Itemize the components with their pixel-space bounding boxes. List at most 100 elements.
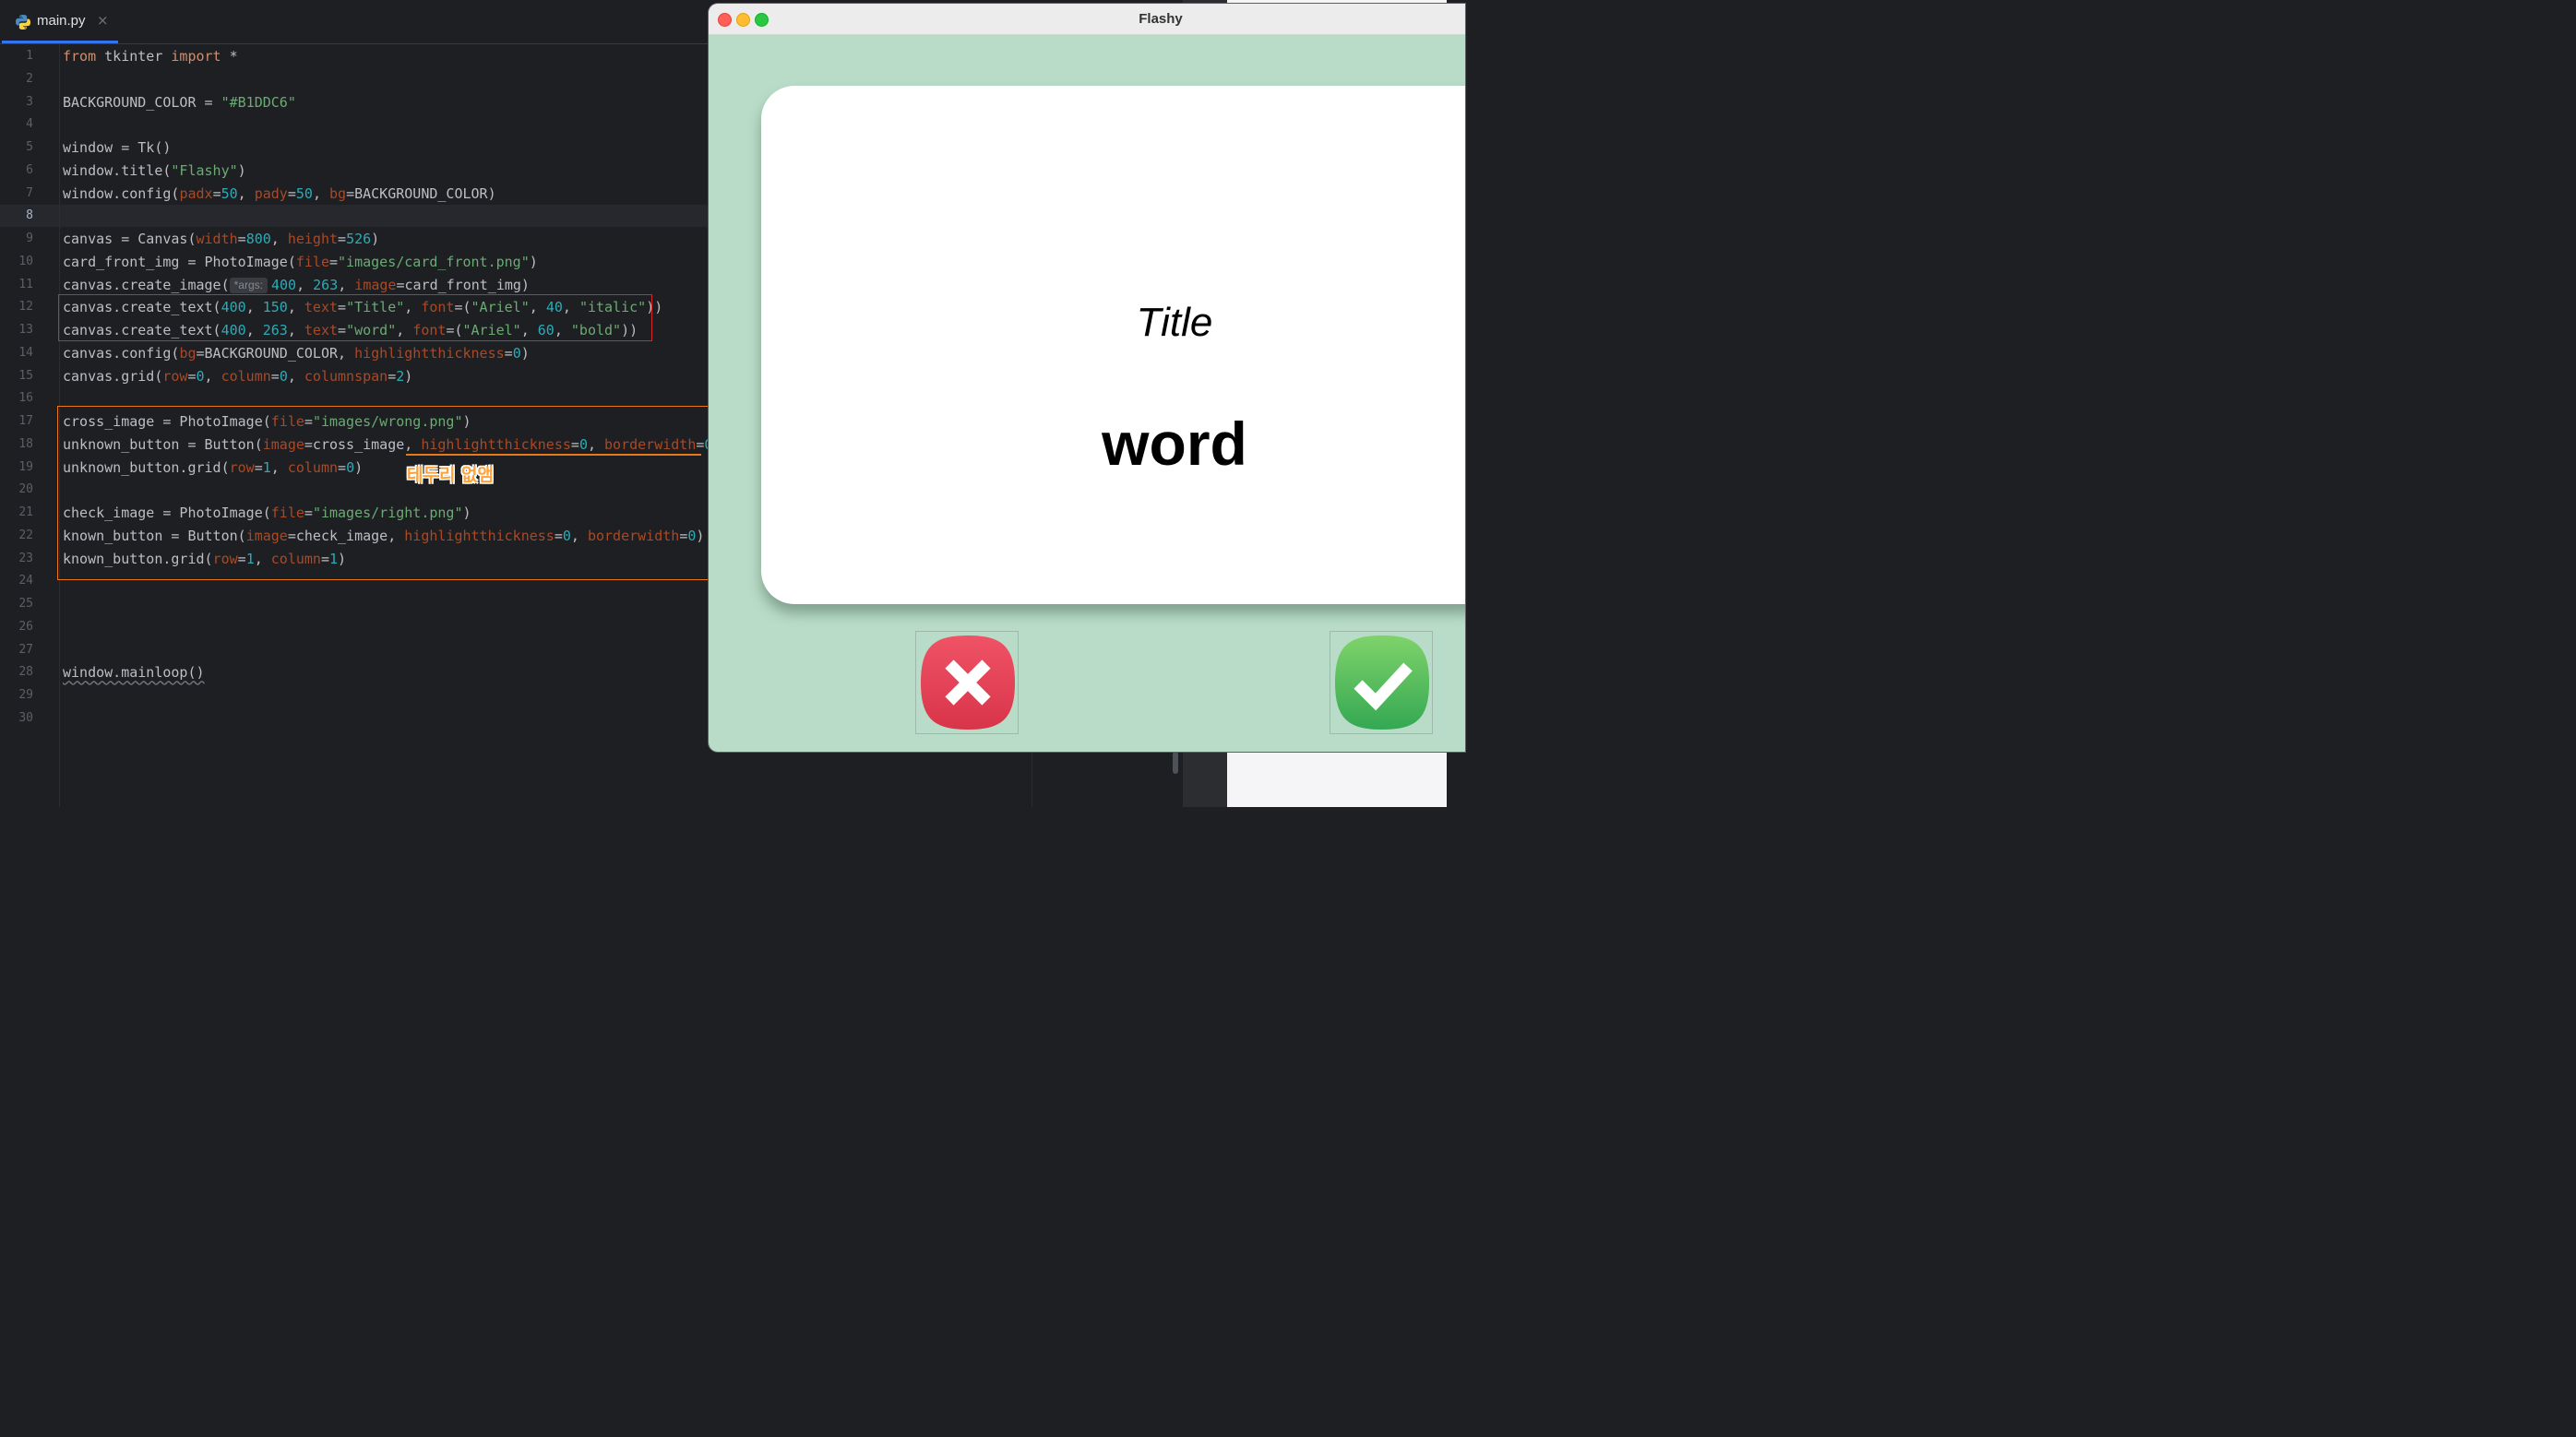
line-number: 4 xyxy=(26,117,33,132)
tab-main-py[interactable]: main.py × xyxy=(2,0,118,43)
code-token: file xyxy=(295,253,329,270)
line-number: 10 xyxy=(18,254,33,268)
card-word: word xyxy=(1102,410,1247,478)
code-token: bg xyxy=(329,184,347,202)
code-token: tkinter xyxy=(96,48,172,65)
code-token: = xyxy=(187,367,197,385)
close-icon[interactable]: × xyxy=(97,12,109,29)
line-number: 20 xyxy=(18,482,33,497)
code-token: canvas.config( xyxy=(63,344,180,362)
code-line-5[interactable]: window = Tk() xyxy=(63,137,171,160)
code-token: 50 xyxy=(221,184,238,202)
highlight-box-orange xyxy=(57,406,712,580)
scrollbar-thumb[interactable] xyxy=(1173,752,1178,774)
unknown-button[interactable] xyxy=(915,631,1019,734)
code-token: 800 xyxy=(245,231,271,247)
inlay-hint: *args: xyxy=(229,277,268,293)
line-number: 5 xyxy=(26,140,33,154)
line-number: 3 xyxy=(26,94,33,109)
line-number: 2 xyxy=(26,71,33,86)
code-token: 2 xyxy=(396,367,405,385)
code-token: pady xyxy=(254,184,288,202)
line-number: 26 xyxy=(18,619,33,634)
code-line-1[interactable]: from tkinter import * xyxy=(63,45,238,68)
code-token: , xyxy=(312,184,329,202)
window-titlebar[interactable]: Flashy xyxy=(709,4,1465,35)
code-line-14[interactable]: canvas.config(bg=BACKGROUND_COLOR, highl… xyxy=(63,342,530,365)
code-token: "#B1DDC6" xyxy=(221,93,296,111)
window-title: Flashy xyxy=(1139,11,1183,27)
line-number: 16 xyxy=(18,391,33,406)
cross-icon xyxy=(921,635,1015,730)
annotation-underline xyxy=(406,454,701,456)
code-token: 50 xyxy=(295,184,313,202)
code-token: window.mainloop() xyxy=(63,664,205,682)
line-number: 30 xyxy=(18,710,33,725)
code-token: window.title( xyxy=(63,161,172,179)
code-token: column xyxy=(221,367,271,385)
code-token: padx xyxy=(179,184,213,202)
code-token: canvas.create_image( xyxy=(63,276,230,293)
code-line-10[interactable]: card_front_img = PhotoImage(file="images… xyxy=(63,251,538,274)
code-token: = xyxy=(504,344,513,362)
code-line-3[interactable]: BACKGROUND_COLOR = "#B1DDC6" xyxy=(63,91,296,114)
line-number: 29 xyxy=(18,688,33,702)
code-token: = xyxy=(329,253,339,270)
line-number: 17 xyxy=(18,414,33,428)
code-token: , xyxy=(270,231,288,247)
code-token: height xyxy=(287,231,339,247)
line-number: 24 xyxy=(18,574,33,588)
code-token: image xyxy=(354,276,397,293)
line-number: 28 xyxy=(18,665,33,680)
code-line-9[interactable]: canvas = Canvas(width=800, height=526) xyxy=(63,228,379,251)
code-token: row xyxy=(162,367,188,385)
code-token: canvas.grid( xyxy=(63,367,163,385)
line-number: 12 xyxy=(18,300,33,315)
code-token: ) xyxy=(520,344,530,362)
code-token: bg xyxy=(179,344,197,362)
card-title: Title xyxy=(1136,300,1213,345)
current-line-highlight xyxy=(0,204,709,228)
annotation-label: 테두리 없앰 xyxy=(407,465,495,485)
code-token: canvas = Canvas( xyxy=(63,231,197,247)
line-number: 27 xyxy=(18,642,33,657)
code-token: =card_front_img) xyxy=(396,276,530,293)
tab-label: main.py xyxy=(37,13,86,29)
code-line-15[interactable]: canvas.grid(row=0, column=0, columnspan=… xyxy=(63,365,412,388)
code-line-6[interactable]: window.title("Flashy") xyxy=(63,160,246,183)
code-token: = xyxy=(270,367,280,385)
code-token: width xyxy=(196,231,238,247)
known-button[interactable] xyxy=(1330,631,1433,734)
code-line-7[interactable]: window.config(padx=50, pady=50, bg=BACKG… xyxy=(63,183,496,206)
flashy-app-window: Flashy Title word xyxy=(709,4,1465,752)
code-token: = xyxy=(212,184,221,202)
line-number: 18 xyxy=(18,436,33,451)
line-number: 7 xyxy=(26,185,33,200)
line-number: 13 xyxy=(18,323,33,337)
code-token: * xyxy=(221,48,238,65)
code-token: , xyxy=(204,367,221,385)
code-token: import xyxy=(171,48,221,65)
code-line-11[interactable]: canvas.create_image(*args: 400, 263, imag… xyxy=(63,274,530,297)
code-token: ) xyxy=(404,367,413,385)
code-token: = xyxy=(388,367,397,385)
code-token: "images/card_front.png" xyxy=(338,253,530,270)
line-number: 25 xyxy=(18,597,33,611)
code-token: , xyxy=(237,184,255,202)
code-token: 0 xyxy=(512,344,521,362)
line-number: 14 xyxy=(18,345,33,360)
code-token: = xyxy=(237,231,246,247)
code-token: , xyxy=(287,367,304,385)
check-icon xyxy=(1335,635,1429,730)
code-line-28[interactable]: window.mainloop() xyxy=(63,661,205,684)
line-number: 22 xyxy=(18,528,33,542)
highlight-box-red xyxy=(58,294,652,341)
code-token: columnspan xyxy=(304,367,388,385)
line-number: 9 xyxy=(26,232,33,245)
code-token: BACKGROUND_COLOR = xyxy=(63,93,221,111)
code-token: "Flashy" xyxy=(171,161,238,179)
line-number: 21 xyxy=(18,505,33,519)
code-token: ) xyxy=(371,231,380,247)
line-number: 1 xyxy=(26,49,33,63)
line-number-gutter: 1 2 3 4 5 6 7 8 9 10 11 12 13 14 15 16 1… xyxy=(0,44,60,807)
